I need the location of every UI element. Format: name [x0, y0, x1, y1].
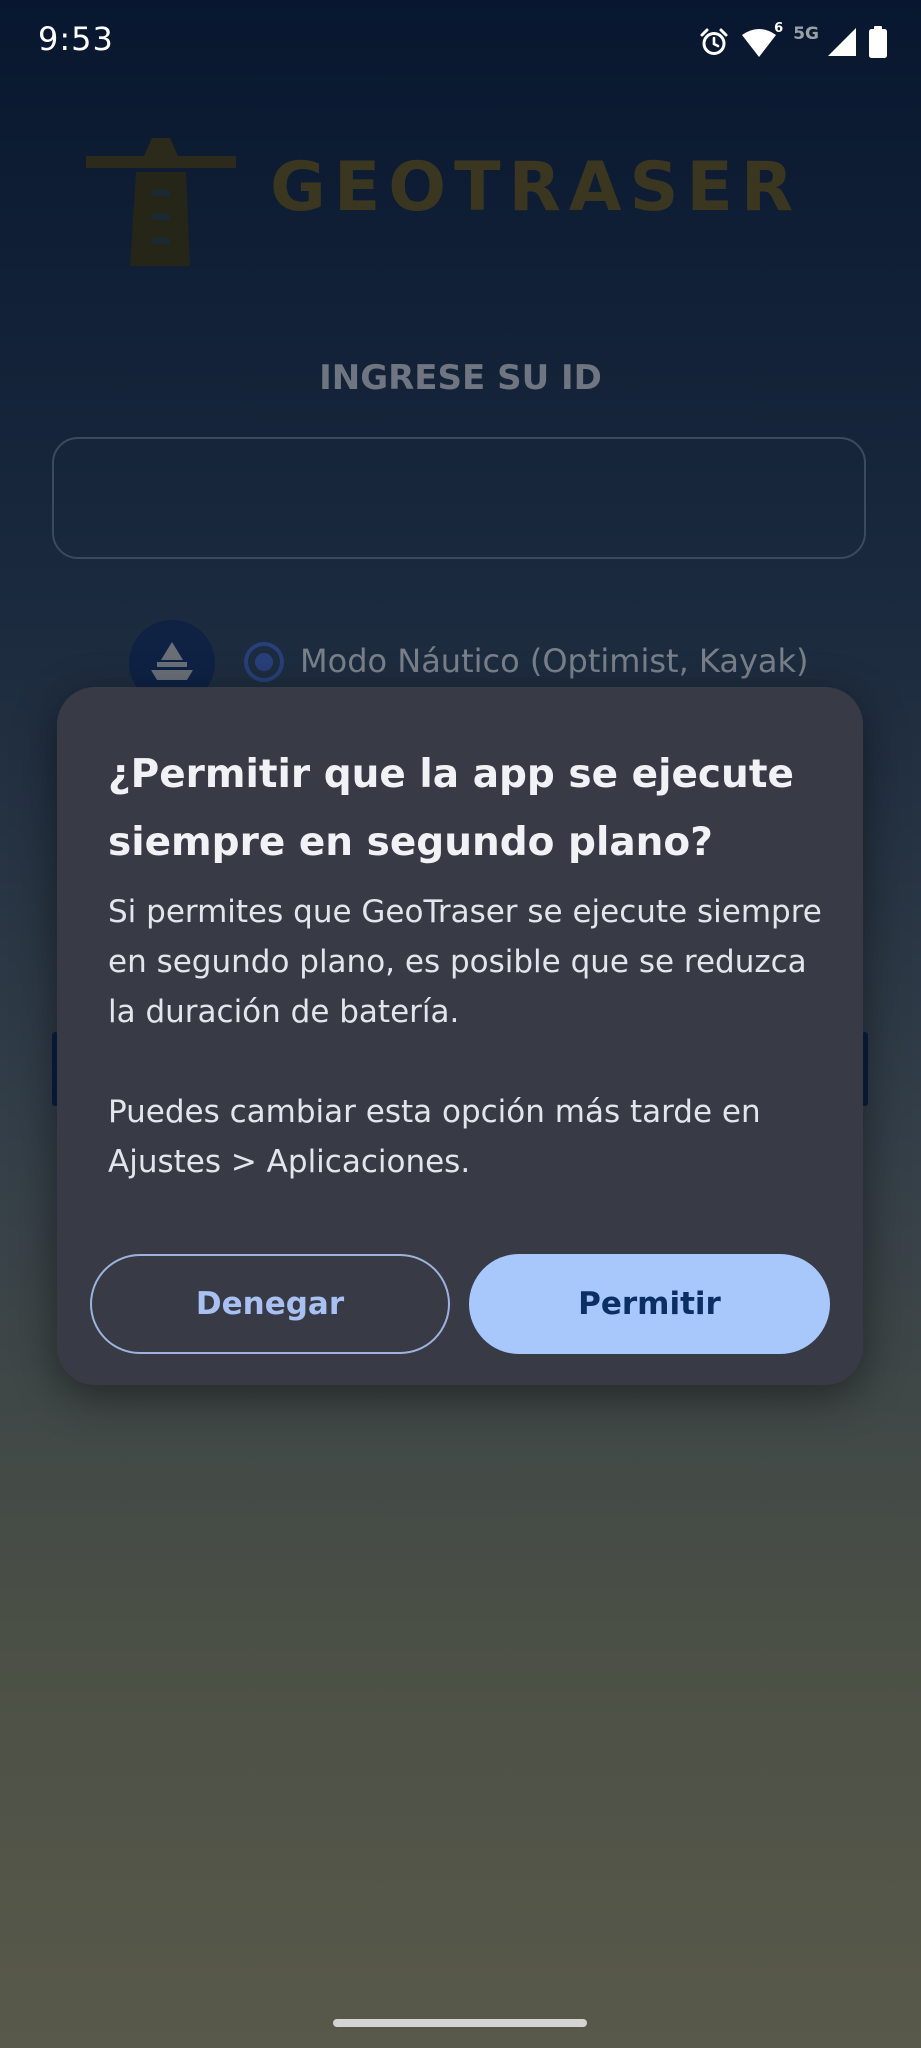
dialog-title: ¿Permitir que la app se ejecute siempre … — [108, 752, 794, 865]
geotraser-logo: GEOTRASER — [86, 132, 846, 282]
deny-button[interactable]: Denegar — [90, 1254, 450, 1354]
battery-icon — [869, 26, 887, 58]
status-icons: 6 5G — [699, 20, 887, 64]
nautical-mode-label: Modo Náutico (Optimist, Kayak) — [300, 642, 809, 680]
home-gesture-bar[interactable] — [333, 2019, 587, 2027]
cellular-signal-icon — [828, 28, 856, 56]
wifi-badge: 6 — [774, 21, 784, 36]
dialog-body: Si permites que GeoTraser se ejecute sie… — [108, 887, 828, 1187]
alarm-icon — [700, 28, 728, 55]
background-permission-dialog: ¿Permitir que la app se ejecute siempre … — [57, 687, 863, 1385]
dialog-body-paragraph: Si permites que GeoTraser se ejecute sie… — [108, 894, 822, 1030]
status-time: 9:53 — [38, 20, 114, 58]
status-bar: 9:53 6 5G — [0, 0, 921, 84]
network-type-label: 5G — [793, 24, 819, 44]
logo-wordmark: GEOTRASER — [270, 148, 802, 227]
lighthouse-icon — [86, 138, 236, 266]
nautical-mode-radio[interactable] — [244, 642, 284, 682]
id-label: INGRESE SU ID — [319, 358, 602, 398]
dialog-body-paragraph: Puedes cambiar esta opción más tarde en … — [108, 1094, 761, 1180]
wifi-icon: 6 — [741, 21, 783, 59]
id-input[interactable] — [52, 437, 866, 559]
allow-button[interactable]: Permitir — [469, 1254, 830, 1354]
